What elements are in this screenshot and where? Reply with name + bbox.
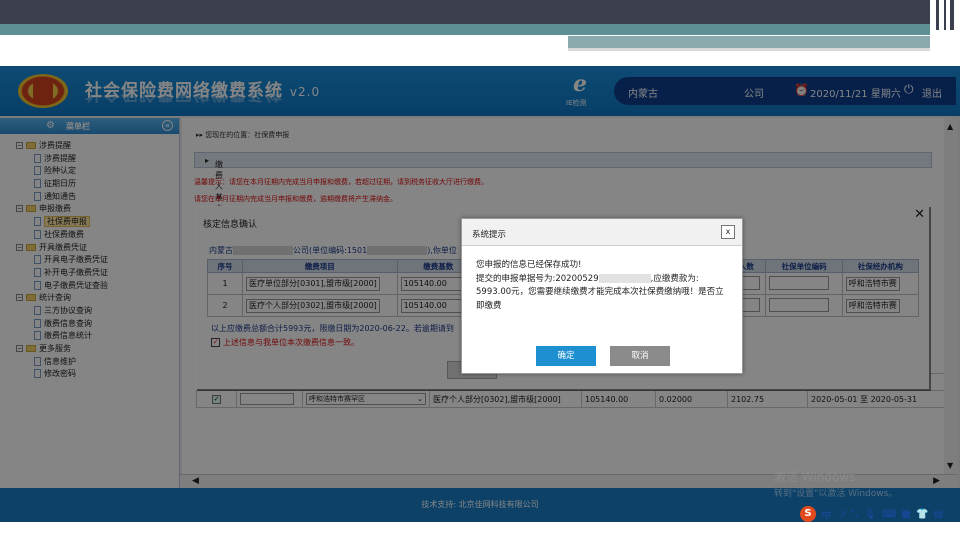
message-line: 提交的申报单据号为:20200529 ,应缴费款为: [476,273,732,287]
punctuation-icon[interactable]: °, [851,509,859,520]
cancel-button[interactable]: 取消 [610,346,670,366]
system-prompt-title: 系统提示 [472,230,507,240]
shirt-icon[interactable]: 👕 [916,509,928,520]
ime-toolbar: S 中 ☽ °, 🎙 ⌨ ▦ 👕 ▤ [800,506,945,524]
message-line: 5993.00元，您需要继续缴费才能完成本次社保费缴纳哦！是否立即缴费 [476,287,724,311]
slide-decoration [0,0,960,66]
deco-vertical-line [936,0,939,30]
message-line-suffix: ,应缴费款为: [650,273,699,284]
close-button[interactable]: x [721,225,735,239]
microphone-icon[interactable]: 🎙 [864,509,877,520]
grid-icon[interactable]: ▤ [934,509,943,520]
redacted-block [598,273,651,283]
deco-right-thin-bar [568,48,930,51]
message-line-prefix: 提交的申报单据号为:20200529 [476,273,599,284]
deco-right-bar [568,36,930,48]
ime-mode-label[interactable]: 中 [821,511,831,522]
deco-teal-band [0,24,930,33]
moon-icon[interactable]: ☽ [836,509,845,520]
app-window: 社会保险费网络缴费系统 v2.0 社会保险费网络缴费系统 e IE检测 内蒙古 … [0,66,960,522]
message-line: 您申报的信息已经保存成功! [476,260,582,270]
keyboard-icon[interactable]: ⌨ [882,509,896,520]
windows-activation-hint: 转到"设置"以激活 Windows。 [774,489,898,499]
windows-activation-watermark: 激活 Windows [774,470,856,484]
deco-teal-line [0,33,930,35]
system-prompt-header: 系统提示 x [462,219,742,246]
system-prompt-dialog: 系统提示 x 您申报的信息已经保存成功! 提交的申报单据号为:20200529,… [461,218,743,374]
skin-icon[interactable]: ▦ [901,509,910,520]
deco-dark-band [0,0,930,24]
sogou-icon[interactable]: S [800,506,816,522]
ok-button[interactable]: 确定 [536,346,596,366]
deco-vertical-line [950,0,954,30]
deco-vertical-line [944,0,946,30]
system-prompt-message: 您申报的信息已经保存成功! 提交的申报单据号为:20200529 ,应缴费款为: … [476,259,732,313]
